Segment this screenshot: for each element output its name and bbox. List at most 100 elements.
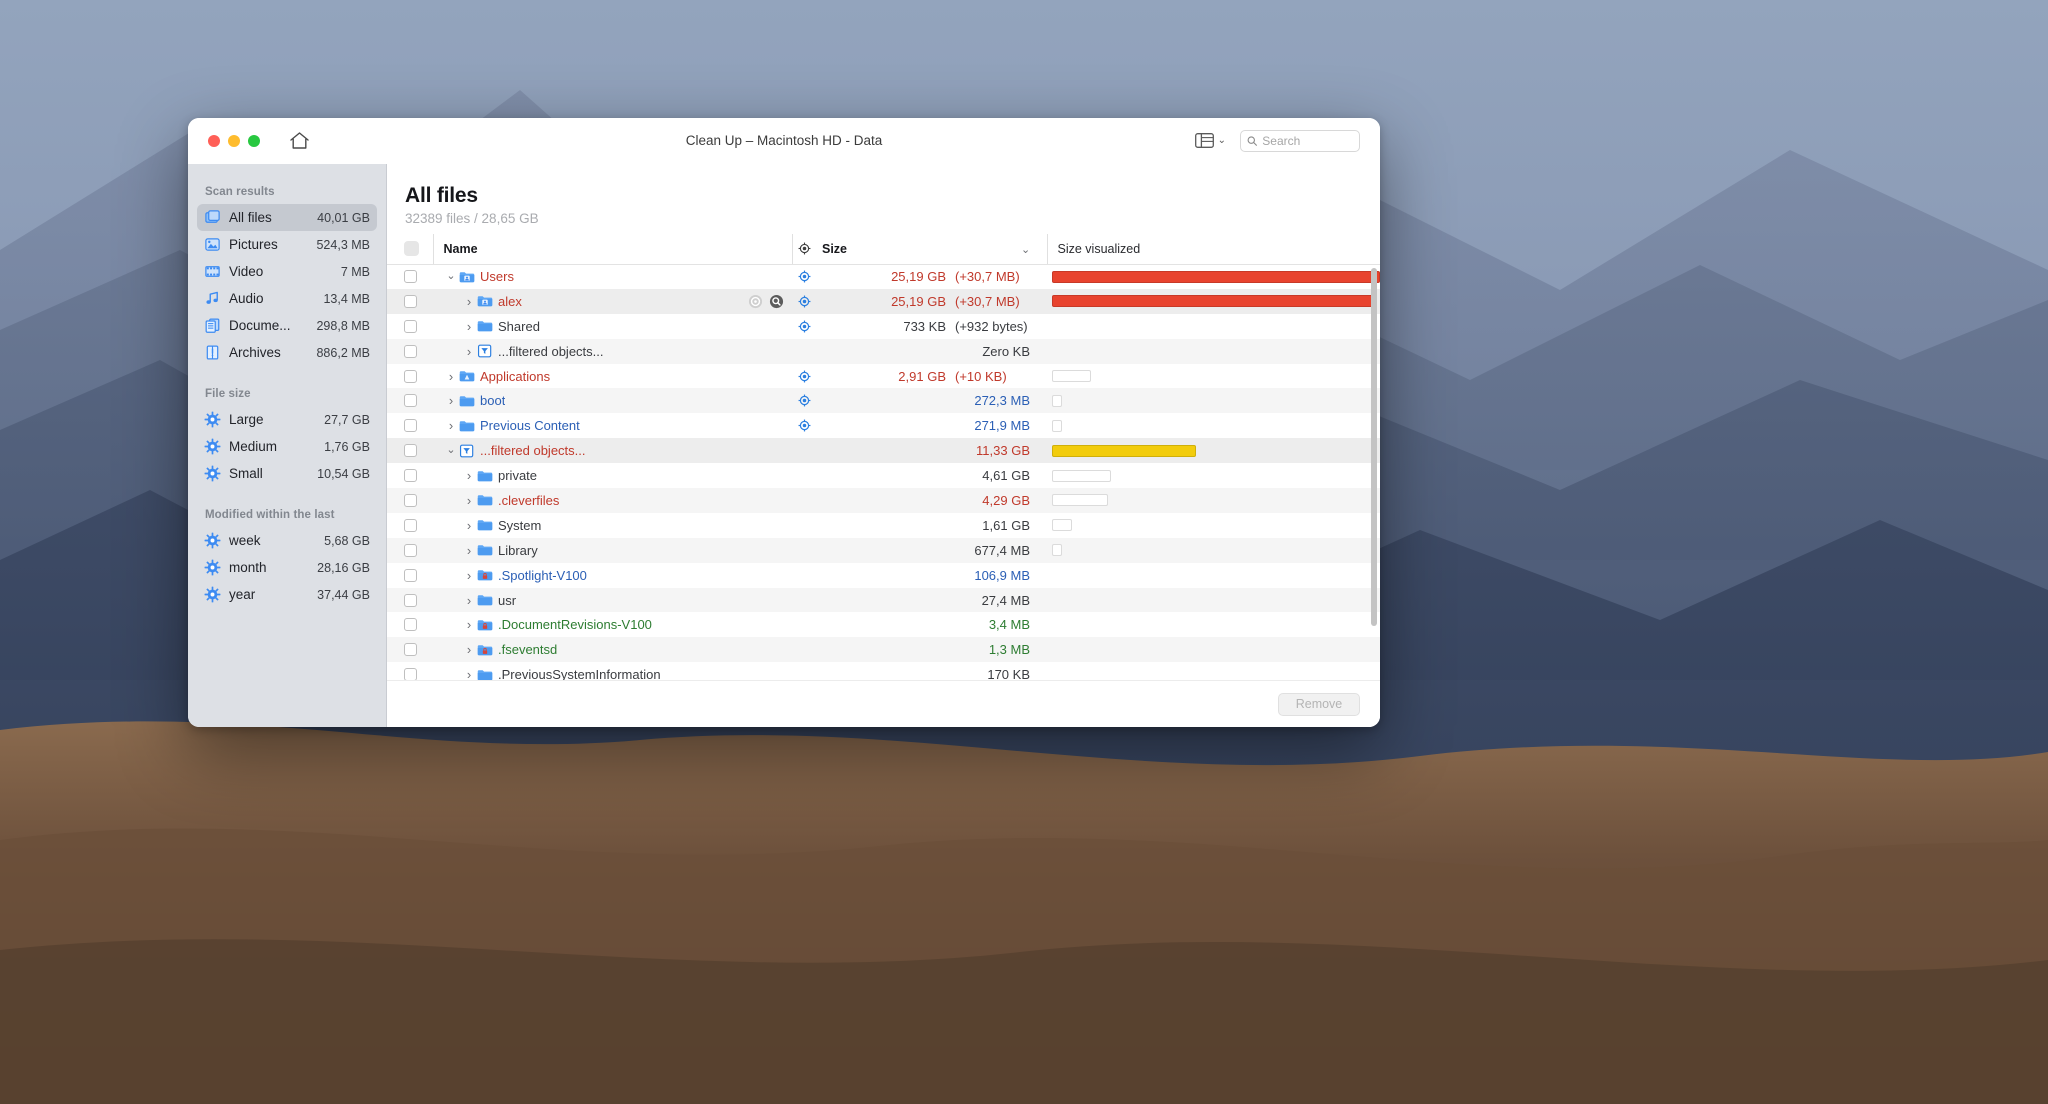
scrollbar-thumb[interactable] [1371,268,1377,626]
row-name-cell[interactable]: ⌄ Users [433,264,792,289]
chevron-right-icon[interactable]: › [443,419,459,432]
table-row[interactable]: ⌄ ...filtered objects... 11,33 GB [387,438,1380,464]
row-target-cell[interactable] [792,563,816,588]
chevron-right-icon[interactable]: › [443,394,459,407]
row-name-cell[interactable]: › Previous Content [433,413,792,438]
sidebar-item-week[interactable]: week 5,68 GB [197,527,377,554]
vertical-scrollbar[interactable] [1371,268,1377,646]
sidebar-item-medium[interactable]: Medium 1,76 GB [197,433,377,460]
sidebar-item-month[interactable]: month 28,16 GB [197,554,377,581]
chevron-right-icon[interactable]: › [461,295,477,308]
row-name-cell[interactable]: › .DocumentRevisions-V100 [433,612,792,637]
sidebar-item-small[interactable]: Small 10,54 GB [197,460,377,487]
row-target-cell[interactable] [792,339,816,364]
row-select-cell[interactable] [387,488,433,513]
sidebar-item-docume[interactable]: Docume... 298,8 MB [197,312,377,339]
table-row[interactable]: › System 1,61 GB [387,513,1380,538]
row-name-cell[interactable]: › ...filtered objects... [433,339,792,364]
scan-icon[interactable] [748,294,763,309]
minimize-button[interactable] [228,134,240,147]
row-checkbox[interactable] [404,518,417,532]
row-checkbox[interactable] [404,394,417,408]
row-name-cell[interactable]: ⌄ ...filtered objects... [433,438,792,463]
row-select-cell[interactable] [387,637,433,662]
row-select-cell[interactable] [387,612,433,637]
chevron-right-icon[interactable]: › [461,668,477,680]
header-size-visualized[interactable]: Size visualized [1046,234,1380,265]
sidebar-item-large[interactable]: Large 27,7 GB [197,406,377,433]
row-checkbox[interactable] [404,294,417,308]
close-button[interactable] [208,134,220,147]
header-name[interactable]: Name [432,234,792,265]
table-row[interactable]: › .cleverfiles 4,29 GB [387,488,1380,513]
chevron-right-icon[interactable]: › [461,469,477,482]
table-row[interactable]: › Shared 733 KB (+932 bytes) [387,314,1380,339]
row-name-cell[interactable]: › boot [433,388,792,413]
row-select-cell[interactable] [387,513,433,538]
row-select-cell[interactable] [387,289,433,314]
table-row[interactable]: › boot 272,3 MB [387,388,1380,414]
chevron-down-icon[interactable]: ⌄ [443,445,459,456]
search-field[interactable] [1240,129,1360,152]
chevron-right-icon[interactable]: › [461,618,477,631]
chevron-right-icon[interactable]: › [461,594,477,607]
chevron-right-icon[interactable]: › [461,345,477,358]
row-target-cell[interactable] [792,538,816,563]
row-checkbox[interactable] [404,369,417,383]
row-name-cell[interactable]: › Shared [433,314,792,339]
row-name-cell[interactable]: › Applications [433,364,792,389]
row-name-cell[interactable]: › .PreviousSystemInformation [433,662,792,680]
table-row[interactable]: › private 4,61 GB [387,463,1380,488]
row-name-cell[interactable]: › System [433,513,792,538]
row-name-cell[interactable]: › private [433,463,792,488]
sidebar-item-audio[interactable]: Audio 13,4 MB [197,285,377,312]
row-checkbox[interactable] [404,643,417,657]
row-select-cell[interactable] [387,264,433,289]
row-target-cell[interactable] [792,513,816,538]
row-select-cell[interactable] [387,588,433,613]
row-target-cell[interactable] [792,612,816,637]
table-row[interactable]: › .Spotlight-V100 106,9 MB [387,563,1380,588]
chevron-right-icon[interactable]: › [461,320,477,333]
row-checkbox[interactable] [404,469,417,483]
row-target-cell[interactable] [792,488,816,513]
header-size[interactable]: Size [816,234,1021,265]
row-target-cell[interactable] [792,637,816,662]
row-checkbox[interactable] [404,568,417,582]
row-select-cell[interactable] [387,463,433,488]
row-select-cell[interactable] [387,563,433,588]
sidebar-item-video[interactable]: Video 7 MB [197,258,377,285]
table-row[interactable]: › usr 27,4 MB [387,587,1380,613]
row-select-cell[interactable] [387,339,433,364]
table-row[interactable]: › .DocumentRevisions-V100 3,4 MB [387,612,1380,637]
row-checkbox[interactable] [404,593,417,607]
row-checkbox[interactable] [404,543,417,557]
row-target-cell[interactable] [792,662,816,680]
chevron-right-icon[interactable]: › [461,494,477,507]
row-target-cell[interactable] [792,364,816,389]
row-target-cell[interactable] [792,463,816,488]
row-select-cell[interactable] [387,662,433,680]
zoom-button[interactable] [248,134,260,147]
chevron-right-icon[interactable]: › [461,643,477,656]
header-target[interactable] [791,234,816,265]
row-select-cell[interactable] [387,438,433,463]
header-select-all[interactable] [387,234,433,265]
row-checkbox[interactable] [404,493,417,507]
row-target-cell[interactable] [792,388,816,413]
select-all-checkbox[interactable] [404,241,419,257]
row-name-cell[interactable]: › Library [433,538,792,563]
row-target-cell[interactable] [792,314,816,339]
row-target-cell[interactable] [792,264,816,289]
table-row[interactable]: › alex 25,19 GB (+30,7 MB) [387,288,1380,314]
remove-button[interactable]: Remove [1278,692,1360,716]
chevron-right-icon[interactable]: › [461,544,477,557]
sidebar-item-archives[interactable]: Archives 886,2 MB [197,339,377,366]
row-select-cell[interactable] [387,413,433,438]
row-checkbox[interactable] [404,419,417,433]
row-name-cell[interactable]: › .cleverfiles [433,488,792,513]
chevron-right-icon[interactable]: › [461,519,477,532]
search-input[interactable] [1262,133,1353,148]
row-select-cell[interactable] [387,314,433,339]
chevron-right-icon[interactable]: › [443,370,459,383]
